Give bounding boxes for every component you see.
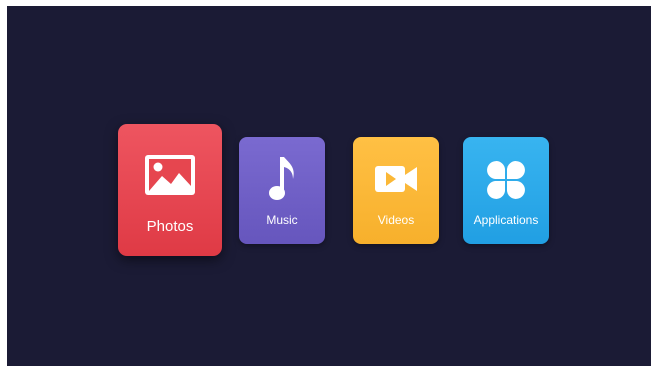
- apps-grid-icon: [487, 161, 525, 199]
- tv-home-screen: Photos Music Videos Applications: [7, 6, 651, 366]
- applications-tile[interactable]: Applications: [463, 137, 549, 244]
- videos-label: Videos: [377, 213, 415, 227]
- photos-label: Photos: [146, 218, 194, 235]
- image-icon: [145, 155, 195, 195]
- videos-tile[interactable]: Videos: [353, 137, 439, 244]
- applications-label: Applications: [473, 213, 539, 227]
- music-label: Music: [266, 213, 298, 227]
- music-note-icon: [269, 157, 294, 200]
- photos-tile[interactable]: Photos: [118, 124, 222, 256]
- video-camera-icon: [375, 166, 417, 192]
- music-tile[interactable]: Music: [239, 137, 325, 244]
